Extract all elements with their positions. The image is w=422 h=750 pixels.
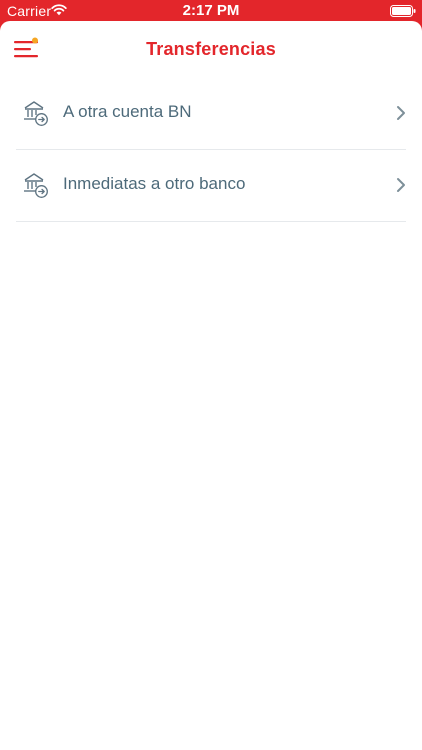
transfer-options-list: A otra cuenta BN Inmediatas a otro banco <box>16 78 406 222</box>
option-label: Inmediatas a otro banco <box>63 174 246 193</box>
option-label: A otra cuenta BN <box>63 102 192 121</box>
main-screen: Transferencias A otra cuenta BN Inmediat… <box>0 21 422 750</box>
status-bar: Carrier 2:17 PM <box>0 0 422 22</box>
bank-transfer-icon <box>24 101 48 126</box>
option-inmediatas-otro-banco[interactable]: Inmediatas a otro banco <box>16 150 406 222</box>
bank-transfer-icon <box>24 173 48 198</box>
status-time: 2:17 PM <box>182 2 240 19</box>
chevron-right-icon <box>397 106 405 120</box>
option-otra-cuenta-bn[interactable]: A otra cuenta BN <box>16 78 406 150</box>
page-title: Transferencias <box>146 39 276 59</box>
battery-icon <box>390 5 416 17</box>
chevron-right-icon <box>397 178 405 192</box>
